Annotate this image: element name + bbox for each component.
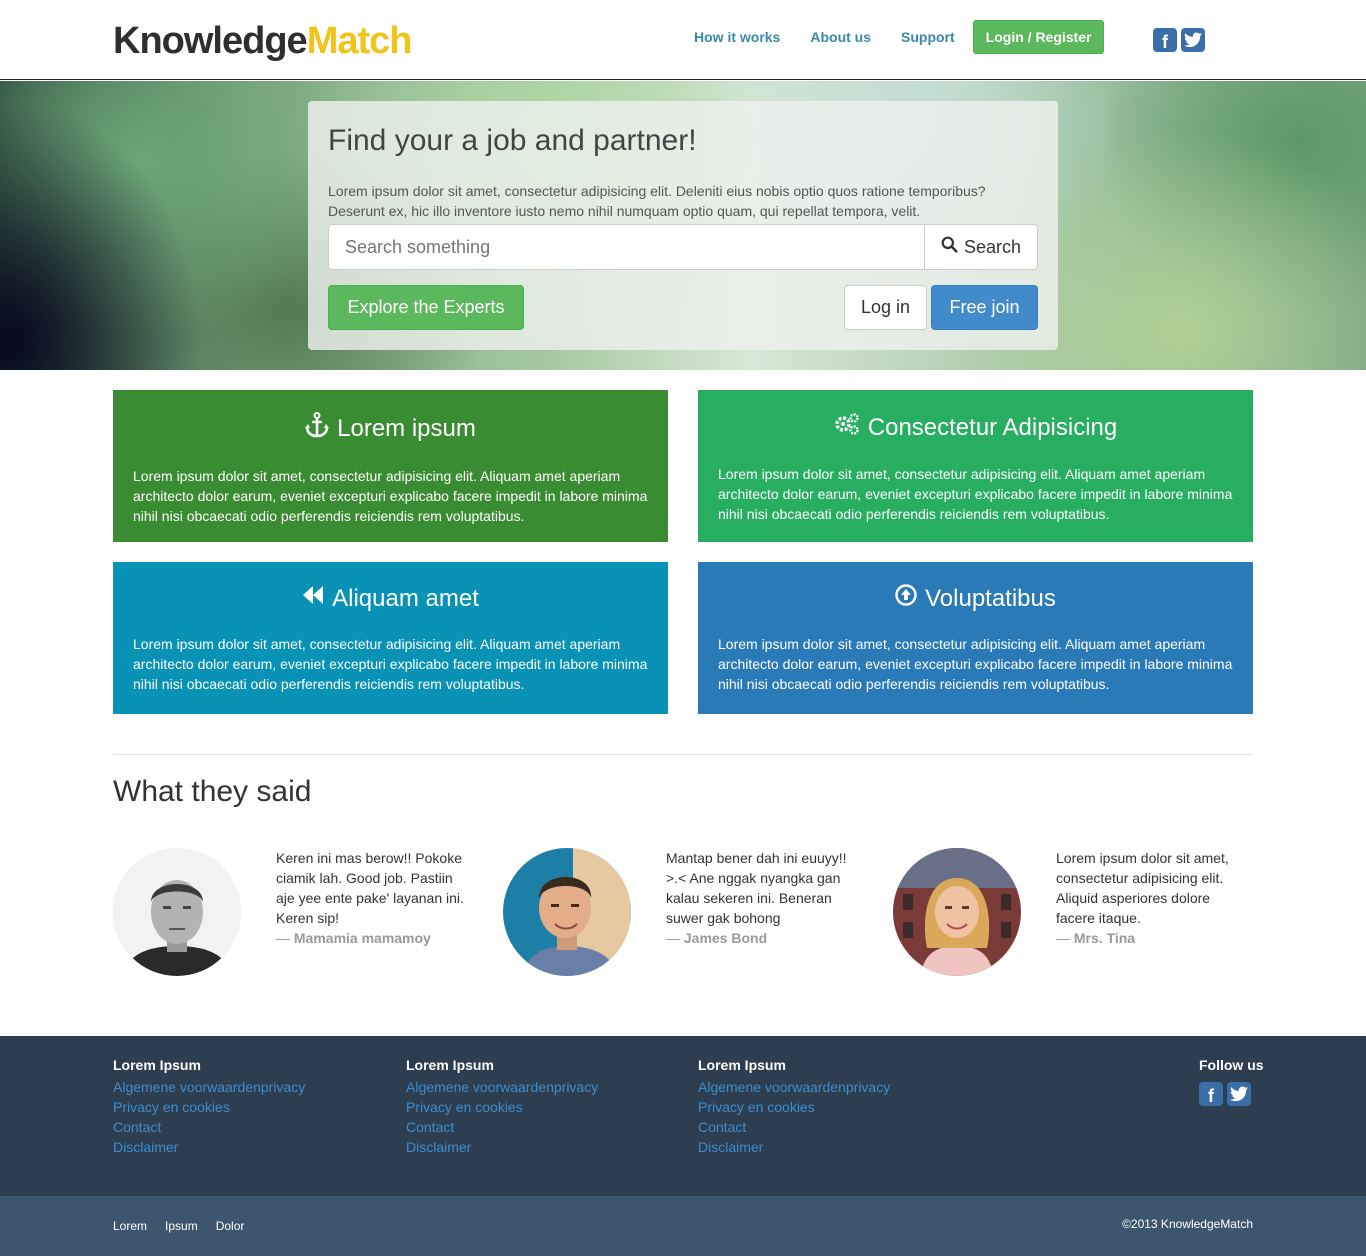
search-bar: Search <box>328 224 1038 270</box>
footer-column-title: Lorem Ipsum <box>406 1057 494 1073</box>
nav-how-it-works[interactable]: How it works <box>694 29 780 45</box>
footer-link-disclaimer[interactable]: Disclaimer <box>113 1137 305 1157</box>
feature-box-lorem-ipsum: Lorem ipsum Lorem ipsum dolor sit amet, … <box>113 390 668 542</box>
testimonial: Lorem ipsum dolor sit amet, consectetur … <box>893 848 1253 978</box>
section-divider <box>113 754 1253 755</box>
feature-box-aliquam-amet: Aliquam amet Lorem ipsum dolor sit amet,… <box>113 562 668 714</box>
site-header: KnowledgeMatch How it works About us Sup… <box>0 0 1366 80</box>
twitter-icon[interactable] <box>1181 28 1205 52</box>
avatar <box>503 848 631 976</box>
search-icon <box>941 236 958 258</box>
footer-column-title: Lorem Ipsum <box>113 1057 201 1073</box>
twitter-icon[interactable] <box>1227 1082 1251 1106</box>
testimonial-quote: Mantap bener dah ini euuyy!! >.< Ane ngg… <box>666 850 847 926</box>
hero-description: Lorem ipsum dolor sit amet, consectetur … <box>328 183 986 219</box>
testimonial-quote: Lorem ipsum dolor sit amet, consectetur … <box>1056 850 1229 926</box>
sub-footer-nav: Lorem Ipsum Dolor <box>113 1219 262 1233</box>
login-register-button[interactable]: Login / Register <box>972 20 1105 54</box>
footer-link-contact[interactable]: Contact <box>406 1117 598 1137</box>
testimonials-title: What they said <box>113 775 312 808</box>
log-in-button[interactable]: Log in <box>844 285 927 330</box>
header-social: f <box>1153 28 1205 52</box>
search-button-label: Search <box>963 236 1022 257</box>
free-join-button[interactable]: Free join <box>931 285 1038 330</box>
testimonial-author: — Mamamia mamamoy <box>276 930 431 946</box>
feature-text: Lorem ipsum dolor sit amet, consectetur … <box>133 468 648 524</box>
feature-title: Aliquam amet <box>332 585 479 612</box>
site-footer: Lorem Ipsum Algemene voorwaardenprivacy … <box>0 1036 1366 1196</box>
subfooter-link-lorem[interactable]: Lorem <box>113 1219 147 1233</box>
footer-column: Lorem Ipsum Algemene voorwaardenprivacy … <box>406 1056 598 1157</box>
nav-about-us[interactable]: About us <box>810 29 871 45</box>
footer-column-title: Lorem Ipsum <box>698 1057 786 1073</box>
testimonial-author: — Mrs. Tina <box>1056 930 1136 946</box>
footer-link-contact[interactable]: Contact <box>113 1117 305 1137</box>
anchor-icon <box>305 412 330 446</box>
feature-title: Voluptatibus <box>925 585 1056 612</box>
logo-text-match: Match <box>306 20 413 62</box>
feature-text: Lorem ipsum dolor sit amet, consectetur … <box>133 636 648 692</box>
subfooter-link-dolor[interactable]: Dolor <box>216 1219 245 1233</box>
feature-box-consectetur: Consectetur Adipisicing Lorem ipsum dolo… <box>698 390 1253 542</box>
explore-experts-button[interactable]: Explore the Experts <box>328 285 524 330</box>
sub-footer: Lorem Ipsum Dolor ©2013 KnowledgeMatch <box>0 1196 1366 1256</box>
feature-text: Lorem ipsum dolor sit amet, consectetur … <box>718 636 1233 692</box>
subfooter-link-ipsum[interactable]: Ipsum <box>165 1219 198 1233</box>
footer-column: Lorem Ipsum Algemene voorwaardenprivacy … <box>113 1056 305 1157</box>
testimonial-author: — James Bond <box>666 930 768 946</box>
copyright-text: ©2013 KnowledgeMatch <box>1122 1217 1253 1231</box>
feature-box-voluptatibus: Voluptatibus Lorem ipsum dolor sit amet,… <box>698 562 1253 714</box>
hero-title: Find your a job and partner! <box>328 124 697 157</box>
testimonial-quote: Keren ini mas berow!! Pokoke ciamik lah.… <box>276 850 464 926</box>
follow-us-title: Follow us <box>1199 1057 1264 1073</box>
main-nav: How it works About us Support Login / Re… <box>680 20 1105 54</box>
feature-text: Lorem ipsum dolor sit amet, consectetur … <box>718 466 1233 522</box>
footer-link-contact[interactable]: Contact <box>698 1117 890 1137</box>
gears-icon <box>834 412 860 444</box>
facebook-icon[interactable]: f <box>1199 1082 1223 1106</box>
footer-follow: Follow us f <box>1199 1056 1264 1106</box>
footer-link-disclaimer[interactable]: Disclaimer <box>406 1137 598 1157</box>
avatar <box>113 848 241 976</box>
hero-panel: Find your a job and partner! Lorem ipsum… <box>308 101 1058 350</box>
footer-link-privacy[interactable]: Privacy en cookies <box>698 1097 890 1117</box>
footer-link-terms[interactable]: Algemene voorwaardenprivacy <box>698 1077 890 1097</box>
testimonial: Keren ini mas berow!! Pokoke ciamik lah.… <box>113 848 473 978</box>
footer-link-disclaimer[interactable]: Disclaimer <box>698 1137 890 1157</box>
hero-banner: Find your a job and partner! Lorem ipsum… <box>0 81 1366 370</box>
search-button[interactable]: Search <box>924 224 1038 270</box>
avatar <box>893 848 1021 976</box>
nav-support[interactable]: Support <box>901 29 955 45</box>
footer-link-privacy[interactable]: Privacy en cookies <box>406 1097 598 1117</box>
feature-title: Lorem ipsum <box>337 415 476 442</box>
logo-text-knowledge: Knowledge <box>113 20 308 62</box>
footer-link-terms[interactable]: Algemene voorwaardenprivacy <box>406 1077 598 1097</box>
facebook-icon[interactable]: f <box>1153 28 1177 52</box>
circle-arrow-up-icon <box>895 584 917 614</box>
site-logo[interactable]: KnowledgeMatch <box>113 20 413 62</box>
search-input[interactable] <box>328 224 924 270</box>
feature-title: Consectetur Adipisicing <box>867 414 1118 441</box>
footer-link-privacy[interactable]: Privacy en cookies <box>113 1097 305 1117</box>
backward-icon <box>302 584 324 614</box>
footer-column: Lorem Ipsum Algemene voorwaardenprivacy … <box>698 1056 890 1157</box>
footer-link-terms[interactable]: Algemene voorwaardenprivacy <box>113 1077 305 1097</box>
testimonial: Mantap bener dah ini euuyy!! >.< Ane ngg… <box>503 848 863 978</box>
